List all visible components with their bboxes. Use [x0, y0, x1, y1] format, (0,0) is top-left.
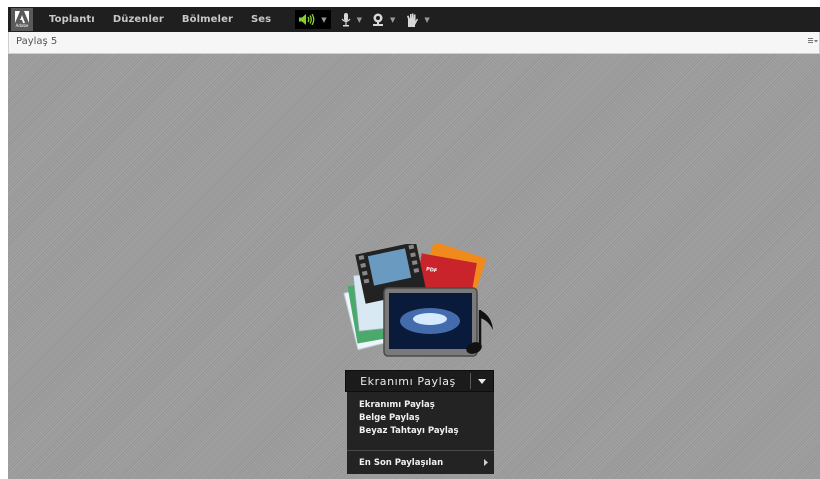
share-options-menu: Ekranımı Paylaş Belge Paylaş Beyaz Tahta… [347, 392, 494, 474]
webcam-button[interactable]: ▼ [372, 10, 395, 29]
speaker-button[interactable]: ▼ [295, 10, 331, 29]
menu-layouts[interactable]: Düzenler [113, 14, 164, 25]
menu-item-share-my-screen[interactable]: Ekranımı Paylaş [359, 400, 435, 410]
chevron-down-icon[interactable]: ▼ [357, 16, 362, 24]
main-menu: Toplantı Düzenler Bölmeler Ses [49, 14, 289, 25]
pod-title: Paylaş 5 [16, 36, 58, 47]
meeting-toolbar: Adobe Toplantı Düzenler Bölmeler Ses ▼ ▼ [8, 7, 820, 32]
menu-divider [347, 450, 494, 451]
menu-audio[interactable]: Ses [251, 14, 271, 25]
speaker-icon [299, 14, 315, 25]
webcam-icon [373, 13, 384, 26]
adobe-logo-icon [15, 11, 29, 23]
raise-hand-icon [407, 13, 419, 27]
menu-pods[interactable]: Bölmeler [182, 14, 233, 25]
share-my-screen-button[interactable]: Ekranımı Paylaş [345, 370, 494, 392]
menu-item-recently-shared[interactable]: En Son Paylaşılan [359, 458, 443, 468]
chevron-down-icon[interactable]: ▼ [424, 16, 429, 24]
chevron-down-icon [478, 378, 486, 384]
media-controls: ▼ ▼ ▼ ▼ [295, 10, 440, 29]
menu-item-share-whiteboard[interactable]: Beyaz Tahtayı Paylaş [359, 426, 459, 436]
microphone-icon [341, 12, 351, 26]
share-pod-header: Paylaş 5 [8, 32, 820, 54]
chevron-right-icon [484, 459, 488, 466]
adobe-logo: Adobe [11, 8, 33, 31]
menu-meeting[interactable]: Toplantı [49, 14, 95, 25]
microphone-button[interactable]: ▼ [341, 10, 362, 29]
pod-options-icon[interactable] [808, 38, 818, 44]
chevron-down-icon[interactable]: ▼ [321, 16, 326, 24]
share-options-dropdown-button[interactable] [471, 371, 493, 391]
share-my-screen-label[interactable]: Ekranımı Paylaş [346, 371, 470, 391]
adobe-logo-text: Adobe [15, 23, 29, 28]
raise-hand-button[interactable]: ▼ [405, 10, 430, 29]
share-content-illustration: PPT PDF [343, 244, 493, 357]
share-pod-content: PPT PDF Ekranımı Paylaş [8, 54, 820, 479]
menu-item-share-document[interactable]: Belge Paylaş [359, 413, 420, 423]
chevron-down-icon[interactable]: ▼ [390, 16, 395, 24]
